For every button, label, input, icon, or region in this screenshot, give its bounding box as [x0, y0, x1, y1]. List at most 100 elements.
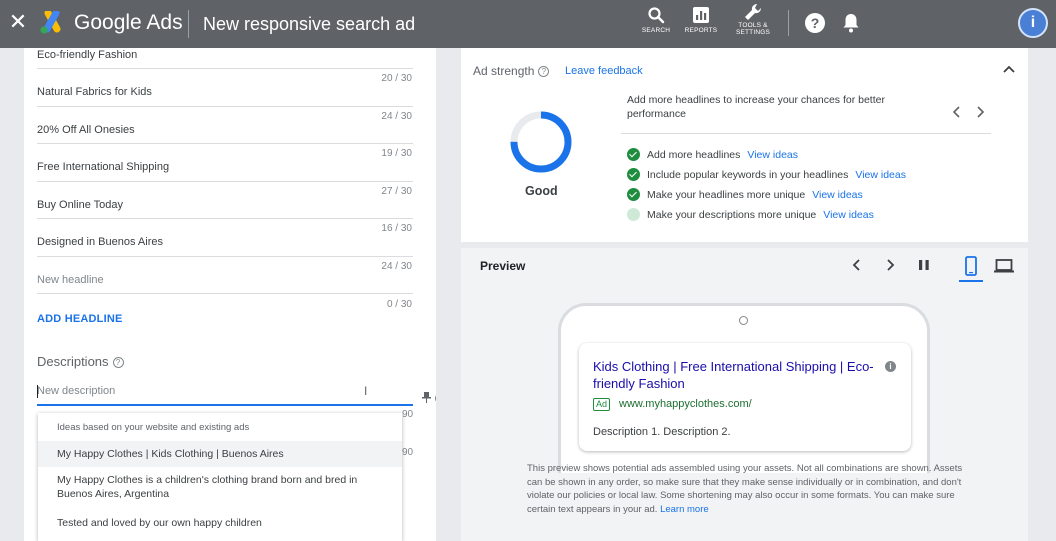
- active-device-indicator: [959, 280, 983, 282]
- pending-circle-icon: [627, 208, 640, 221]
- search-icon: [648, 7, 665, 24]
- pin-and-help-icons[interactable]: ?: [422, 392, 436, 405]
- tip-item: Include popular keywords in your headlin…: [627, 168, 906, 181]
- headline-char-count: 27 / 30: [381, 186, 412, 197]
- top-app-bar: ✕ Google Ads New responsive search ad SE…: [0, 0, 1056, 48]
- check-circle-icon: [627, 168, 640, 181]
- help-icon[interactable]: ?: [435, 393, 436, 404]
- reports-tool-label: REPORTS: [684, 27, 718, 34]
- descriptions-label-text: Descriptions: [37, 354, 109, 369]
- suggestion-item[interactable]: My Happy Clothes is a children's clothin…: [38, 473, 402, 501]
- phone-frame: Kids Clothing | Free International Shipp…: [558, 303, 930, 473]
- reports-tool-button[interactable]: REPORTS: [679, 6, 723, 34]
- view-ideas-link[interactable]: View ideas: [823, 209, 874, 221]
- chevron-right-icon[interactable]: [975, 106, 985, 118]
- pause-icon[interactable]: [918, 258, 930, 272]
- account-avatar[interactable]: i: [1018, 8, 1048, 38]
- tip-item: Add more headlines View ideas: [627, 148, 798, 161]
- text-cursor: [37, 385, 38, 398]
- search-tool-label: SEARCH: [641, 27, 671, 34]
- input-underline: [37, 256, 413, 257]
- input-underline: [37, 143, 413, 144]
- google-ads-logo-icon: [40, 11, 61, 34]
- divider: [621, 133, 991, 134]
- input-underline: [37, 68, 413, 69]
- headline-char-count: 24 / 30: [381, 111, 412, 122]
- help-icon[interactable]: ?: [112, 357, 124, 368]
- tip-text: Make your descriptions more unique: [647, 209, 817, 221]
- tip-item: Make your descriptions more unique View i…: [627, 208, 874, 221]
- headline-input[interactable]: Buy Online Today: [37, 199, 413, 211]
- suggestion-item[interactable]: Tested and loved by our own happy childr…: [38, 516, 402, 530]
- view-ideas-link[interactable]: View ideas: [747, 149, 798, 161]
- view-ideas-link[interactable]: View ideas: [812, 189, 863, 201]
- ibeam-cursor-icon: I: [364, 384, 368, 398]
- page-title: New responsive search ad: [203, 14, 416, 34]
- headline-char-count: 24 / 30: [381, 261, 412, 272]
- ad-strength-card: Ad strength? Leave feedback Good Add mor…: [461, 48, 1028, 242]
- toolbar-divider: [788, 10, 789, 36]
- brand-name: Google Ads: [74, 11, 183, 34]
- ad-display-url: www.myhappyclothes.com/: [619, 398, 752, 410]
- description-placeholder: New description: [37, 385, 116, 397]
- suggestion-item[interactable]: My Happy Clothes | Kids Clothing | Bueno…: [38, 441, 402, 467]
- headline-input[interactable]: Eco-friendly Fashion: [37, 49, 413, 61]
- ad-strength-donut: [510, 111, 572, 173]
- notifications-bell-icon[interactable]: [841, 12, 861, 34]
- chevron-right-icon[interactable]: [885, 258, 895, 272]
- pin-icon[interactable]: [422, 392, 431, 403]
- new-description-input[interactable]: New description I: [37, 382, 413, 406]
- headline-input[interactable]: Natural Fabrics for Kids: [37, 86, 413, 98]
- tools-settings-button[interactable]: TOOLS & SETTINGS: [731, 2, 775, 36]
- headline-char-count: 16 / 30: [381, 223, 412, 234]
- ad-strength-message: Add more headlines to increase your chan…: [627, 94, 885, 120]
- headline-input[interactable]: 20% Off All Onesies: [37, 124, 413, 136]
- mobile-device-icon[interactable]: [964, 256, 978, 276]
- ad-strength-title: Ad strength?: [473, 64, 550, 78]
- ad-badge: Ad: [593, 398, 611, 411]
- preview-disclaimer: This preview shows potential ads assembl…: [527, 462, 967, 516]
- search-tool-button[interactable]: SEARCH: [634, 6, 678, 34]
- ad-strength-rating: Good: [525, 184, 558, 198]
- help-icon[interactable]: ?: [538, 66, 550, 77]
- leave-feedback-link[interactable]: Leave feedback: [565, 65, 643, 77]
- new-headline-input[interactable]: New headline: [37, 274, 413, 286]
- headline-char-count: 0 / 30: [386, 299, 412, 310]
- ad-headline[interactable]: Kids Clothing | Free International Shipp…: [593, 358, 883, 392]
- add-headline-button[interactable]: ADD HEADLINE: [37, 313, 123, 325]
- chevron-left-icon[interactable]: [852, 258, 862, 272]
- input-underline: [37, 293, 413, 294]
- tip-item: Make your headlines more unique View idea…: [627, 188, 863, 201]
- description-suggestions-menu: Ideas based on your website and existing…: [38, 413, 402, 541]
- input-underline: [37, 218, 413, 219]
- headline-char-count: 20 / 30: [381, 73, 412, 84]
- tip-text: Make your headlines more unique: [647, 189, 806, 201]
- description-char-count: 90: [402, 409, 414, 420]
- suggestions-header: Ideas based on your website and existing…: [57, 422, 250, 433]
- chevron-left-icon[interactable]: [952, 106, 962, 118]
- info-icon[interactable]: i: [885, 361, 896, 372]
- help-icon[interactable]: ?: [805, 13, 825, 33]
- headline-input[interactable]: Free International Shipping: [37, 161, 413, 173]
- preview-title: Preview: [480, 259, 526, 273]
- disclaimer-text: This preview shows potential ads assembl…: [527, 463, 963, 515]
- view-ideas-link[interactable]: View ideas: [855, 169, 906, 181]
- ad-strength-title-text: Ad strength: [473, 64, 535, 78]
- tools-settings-label: TOOLS & SETTINGS: [735, 22, 771, 36]
- check-circle-icon: [627, 148, 640, 161]
- close-icon[interactable]: ✕: [8, 11, 28, 33]
- check-circle-icon: [627, 188, 640, 201]
- desktop-device-icon[interactable]: [994, 258, 1014, 274]
- ad-description: Description 1. Description 2.: [593, 426, 731, 438]
- ad-preview-panel: Preview Kids Clothing | Free Internation…: [461, 248, 1028, 541]
- input-underline: [37, 106, 413, 107]
- tip-text: Include popular keywords in your headlin…: [647, 169, 849, 181]
- description-char-count: 90: [402, 447, 414, 458]
- phone-camera: [739, 316, 748, 325]
- learn-more-link[interactable]: Learn more: [660, 504, 709, 515]
- title-divider: [188, 10, 189, 38]
- headline-char-count: 19 / 30: [381, 148, 412, 159]
- tip-text: Add more headlines: [647, 149, 741, 161]
- headline-input[interactable]: Designed in Buenos Aires: [37, 236, 413, 248]
- chevron-up-icon[interactable]: [1002, 64, 1016, 74]
